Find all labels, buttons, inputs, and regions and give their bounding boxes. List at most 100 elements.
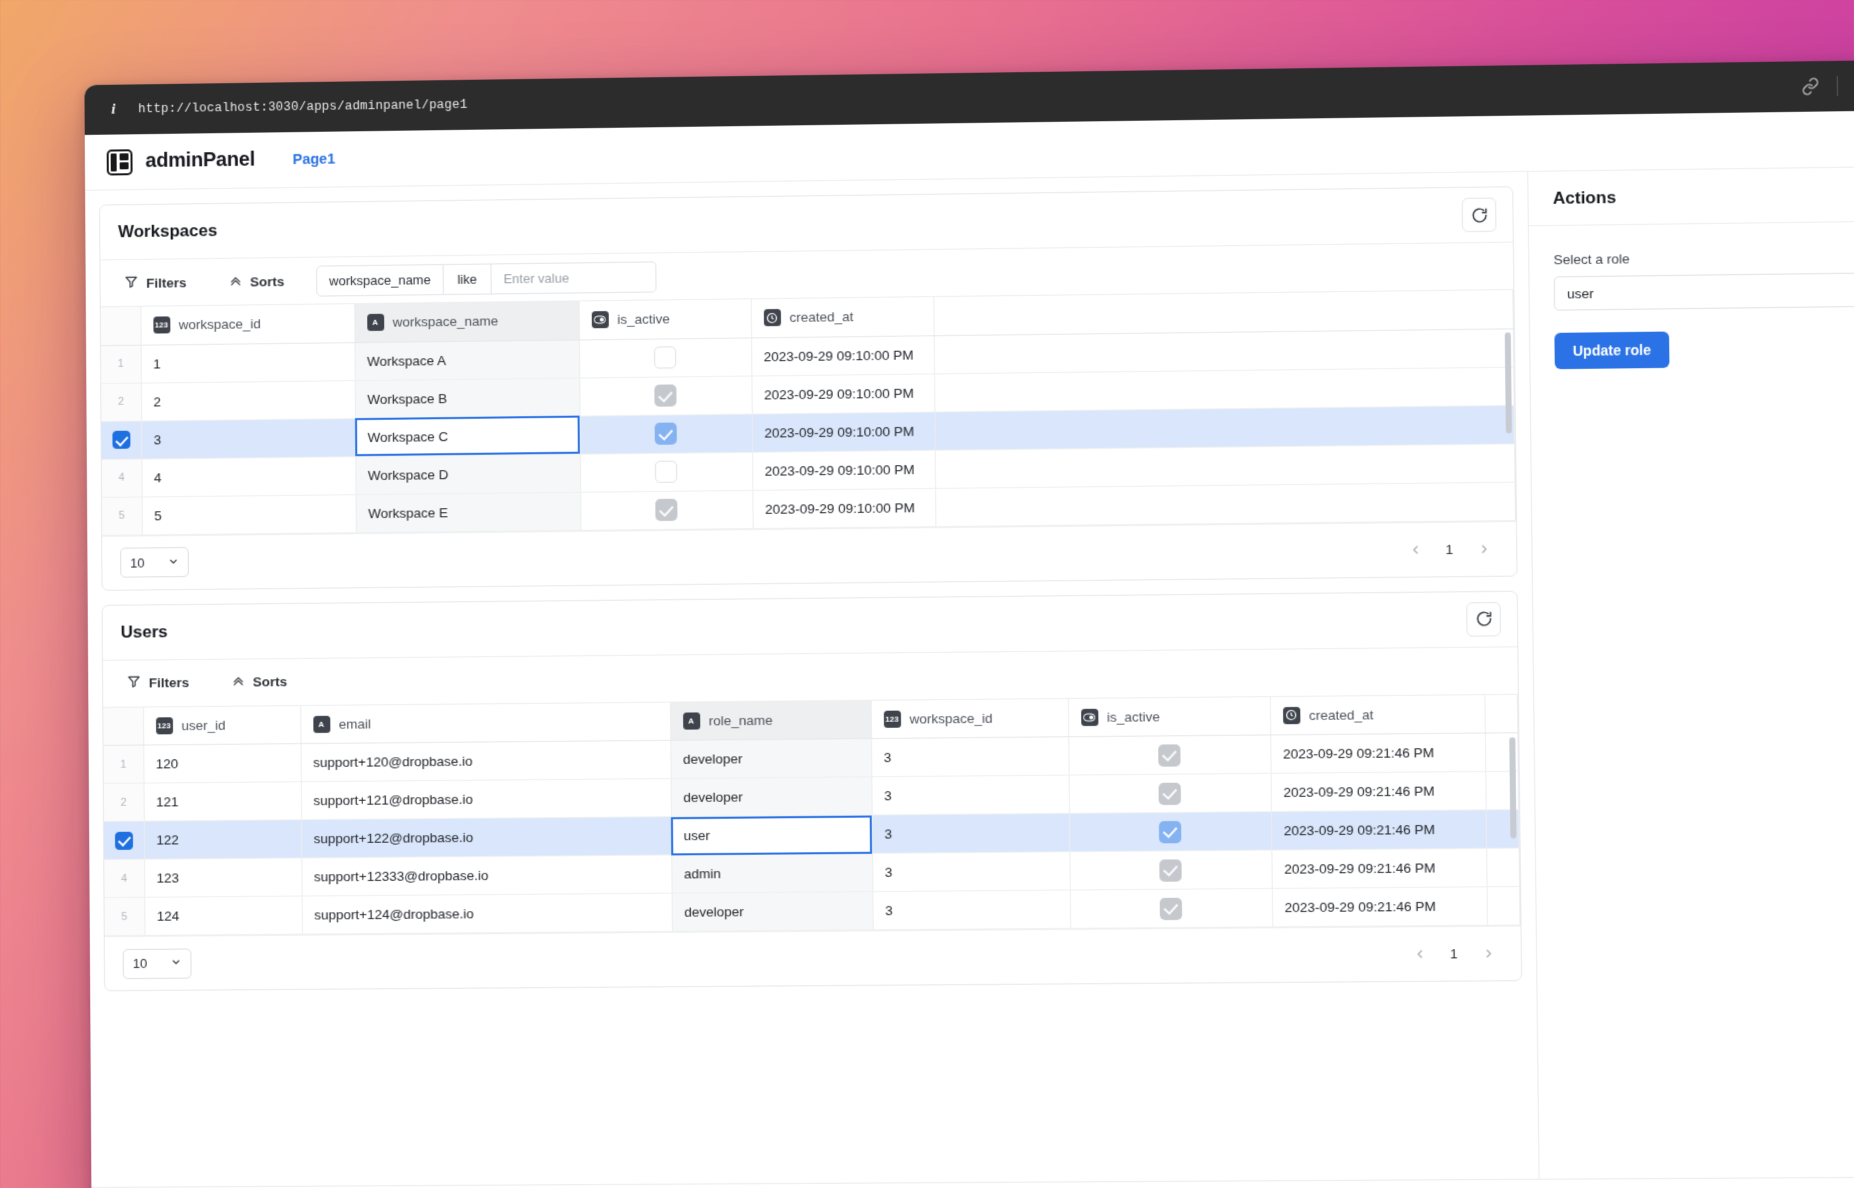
row-selector-cell[interactable]: 5 — [102, 497, 142, 535]
row-selector-cell[interactable]: 1 — [104, 745, 144, 783]
cell-workspace_id[interactable]: 3 — [872, 852, 1070, 892]
cell-created_at[interactable]: 2023-09-29 09:10:00 PM — [752, 412, 935, 452]
users-filters-button[interactable]: Filters — [121, 670, 195, 696]
workspaces-scrollbar[interactable] — [1505, 332, 1512, 433]
cell-role_name[interactable]: developer — [672, 892, 873, 932]
filter-column-select[interactable]: workspace_name — [316, 264, 444, 297]
cell-created_at[interactable]: 2023-09-29 09:21:46 PM — [1270, 733, 1485, 773]
cell-user_id[interactable]: 122 — [144, 820, 302, 859]
cell-email[interactable]: support+121@dropbase.io — [301, 779, 671, 820]
workspaces-refresh-button[interactable] — [1462, 197, 1497, 232]
cell-workspace_id[interactable]: 2 — [141, 380, 355, 420]
checkbox-checked-icon[interactable] — [655, 499, 677, 521]
cell-created_at[interactable]: 2023-09-29 09:21:46 PM — [1272, 887, 1487, 927]
cell-role_name[interactable]: user — [671, 815, 872, 855]
column-header-email[interactable]: Aemail — [300, 702, 670, 743]
cell-is_active[interactable] — [1068, 735, 1270, 775]
column-header-is_active[interactable]: is_active — [1068, 697, 1270, 737]
cell-workspace_id[interactable]: 5 — [142, 494, 356, 534]
cell-workspace_id[interactable]: 3 — [872, 890, 1070, 930]
column-header-is_active[interactable]: is_active — [579, 299, 751, 339]
cell-is_active[interactable] — [1070, 888, 1272, 928]
workspaces-filters-button[interactable]: Filters — [118, 270, 192, 296]
cell-role_name[interactable]: developer — [670, 739, 871, 779]
users-scrollbar[interactable] — [1509, 737, 1516, 838]
cell-is_active[interactable] — [1069, 812, 1271, 852]
cell-is_active[interactable] — [579, 337, 751, 377]
cell-email[interactable]: support+12333@dropbase.io — [301, 855, 671, 896]
checkbox-checked-icon[interactable] — [1158, 744, 1180, 766]
row-checkbox[interactable] — [112, 431, 130, 449]
cell-created_at[interactable]: 2023-09-29 09:21:46 PM — [1271, 810, 1486, 850]
column-header-user_id[interactable]: 123user_id — [143, 706, 301, 745]
column-header-created_at[interactable]: created_at — [751, 297, 934, 337]
users-next-page-button[interactable] — [1474, 939, 1503, 968]
users-sorts-button[interactable]: Sorts — [225, 669, 293, 695]
cell-workspace_id[interactable]: 3 — [872, 813, 1070, 853]
checkbox-checked-icon[interactable] — [1159, 859, 1181, 881]
cell-workspace_name[interactable]: Workspace D — [355, 454, 580, 495]
checkbox-checked-icon[interactable] — [1159, 821, 1181, 843]
cell-user_id[interactable]: 121 — [144, 782, 302, 821]
users-page-size-select[interactable]: 10 — [123, 948, 192, 979]
cell-workspace_id[interactable]: 1 — [141, 342, 355, 382]
cell-workspace_name[interactable]: Workspace B — [355, 378, 580, 419]
link-icon[interactable] — [1800, 76, 1821, 96]
role-select[interactable]: user — [1554, 273, 1854, 311]
cell-workspace_name[interactable]: Workspace A — [354, 339, 579, 380]
row-selector-cell[interactable]: 4 — [102, 459, 142, 497]
cell-is_active[interactable] — [1069, 850, 1271, 890]
tab-page1[interactable]: Page1 — [293, 151, 336, 168]
cell-role_name[interactable]: developer — [671, 777, 872, 817]
column-header-created_at[interactable]: created_at — [1270, 695, 1485, 735]
cell-is_active[interactable] — [579, 376, 751, 416]
cell-created_at[interactable]: 2023-09-29 09:10:00 PM — [751, 335, 934, 375]
cell-user_id[interactable]: 124 — [144, 896, 302, 935]
row-selector-cell[interactable] — [104, 821, 144, 859]
cell-created_at[interactable]: 2023-09-29 09:21:46 PM — [1271, 771, 1486, 811]
workspaces-prev-page-button[interactable] — [1401, 535, 1430, 564]
column-header-workspace_id[interactable]: 123workspace_id — [140, 304, 354, 345]
cell-is_active[interactable] — [580, 452, 753, 492]
cell-created_at[interactable]: 2023-09-29 09:10:00 PM — [752, 488, 935, 528]
checkbox-unchecked-icon[interactable] — [655, 461, 677, 483]
cell-created_at[interactable]: 2023-09-29 09:21:46 PM — [1271, 848, 1486, 888]
filter-operator-select[interactable]: like — [444, 263, 492, 295]
cell-workspace_id[interactable]: 4 — [141, 456, 355, 496]
cell-created_at[interactable]: 2023-09-29 09:10:00 PM — [752, 450, 935, 490]
row-selector-cell[interactable]: 4 — [104, 859, 144, 897]
filter-value-input[interactable]: Enter value — [491, 261, 656, 294]
checkbox-checked-icon[interactable] — [654, 384, 676, 406]
checkbox-unchecked-icon[interactable] — [654, 346, 676, 368]
cell-is_active[interactable] — [580, 414, 752, 454]
users-prev-page-button[interactable] — [1405, 940, 1434, 969]
column-header-role_name[interactable]: Arole_name — [670, 700, 871, 740]
checkbox-checked-icon[interactable] — [655, 423, 677, 445]
url-text[interactable]: http://localhost:3030/apps/adminpanel/pa… — [138, 98, 467, 116]
cell-email[interactable]: support+122@dropbase.io — [301, 817, 671, 858]
cell-workspace_id[interactable]: 3 — [141, 418, 355, 458]
cell-user_id[interactable]: 120 — [143, 744, 301, 783]
cell-email[interactable]: support+120@dropbase.io — [301, 740, 671, 781]
workspaces-sorts-button[interactable]: Sorts — [222, 268, 290, 294]
update-role-button[interactable]: Update role — [1554, 332, 1669, 370]
cell-is_active[interactable] — [1069, 773, 1271, 813]
cell-workspace_id[interactable]: 3 — [871, 775, 1069, 815]
row-selector-cell[interactable]: 2 — [101, 383, 141, 421]
column-header-workspace_name[interactable]: Aworkspace_name — [354, 301, 579, 342]
cell-workspace_name[interactable]: Workspace E — [356, 492, 581, 532]
checkbox-checked-icon[interactable] — [1159, 782, 1181, 804]
row-selector-cell[interactable]: 5 — [104, 897, 144, 935]
cell-is_active[interactable] — [580, 490, 753, 530]
cell-role_name[interactable]: admin — [671, 853, 872, 893]
users-refresh-button[interactable] — [1466, 601, 1501, 636]
row-selector-cell[interactable]: 1 — [101, 345, 141, 383]
cell-workspace_id[interactable]: 3 — [871, 737, 1069, 777]
cell-workspace_name[interactable]: Workspace C — [355, 416, 580, 457]
cell-user_id[interactable]: 123 — [144, 858, 302, 897]
row-selector-cell[interactable] — [101, 421, 141, 459]
workspaces-next-page-button[interactable] — [1469, 534, 1498, 563]
row-checkbox[interactable] — [115, 831, 133, 849]
workspaces-page-size-select[interactable]: 10 — [120, 547, 189, 578]
checkbox-checked-icon[interactable] — [1160, 897, 1182, 919]
